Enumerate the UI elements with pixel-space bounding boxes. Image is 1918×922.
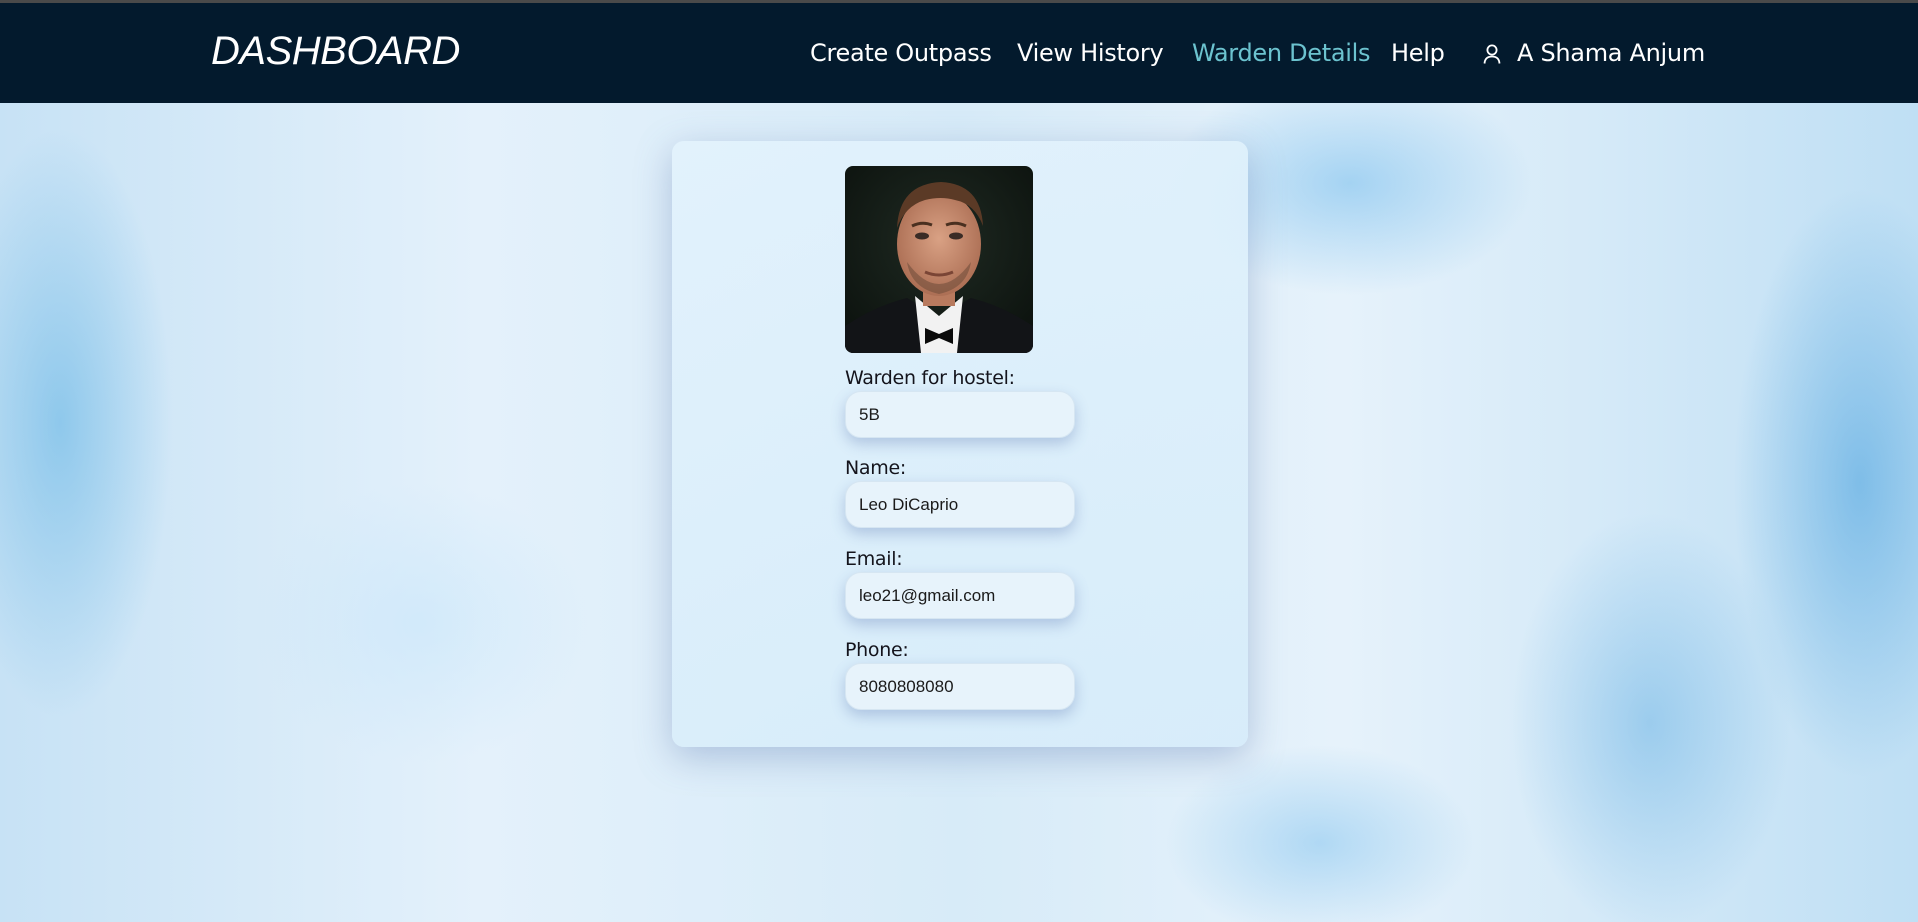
brand-title[interactable]: DASHBOARD: [211, 29, 460, 74]
nav-warden-details[interactable]: Warden Details: [1192, 39, 1371, 67]
nav-create-outpass[interactable]: Create Outpass: [810, 39, 992, 67]
user-icon[interactable]: [1482, 43, 1502, 65]
hostel-field[interactable]: [845, 391, 1075, 438]
navbar: DASHBOARD Create Outpass View History Wa…: [0, 3, 1918, 103]
name-field[interactable]: [845, 481, 1075, 528]
phone-field[interactable]: [845, 663, 1075, 710]
email-field[interactable]: [845, 572, 1075, 619]
nav-view-history[interactable]: View History: [1017, 39, 1164, 67]
warden-photo: [845, 166, 1033, 353]
email-label: Email:: [845, 548, 903, 570]
name-label: Name:: [845, 457, 906, 479]
nav-help[interactable]: Help: [1391, 39, 1445, 67]
nav-user-name[interactable]: A Shama Anjum: [1517, 39, 1705, 67]
phone-label: Phone:: [845, 639, 909, 661]
hostel-label: Warden for hostel:: [845, 367, 1015, 389]
